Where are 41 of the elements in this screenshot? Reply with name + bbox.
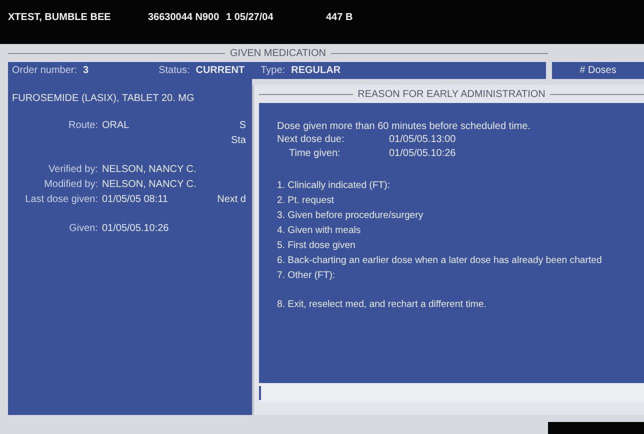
- status-value: CURRENT: [196, 65, 245, 76]
- info-label: Next dose due:: [277, 134, 346, 147]
- doses-header: # Doses: [552, 62, 644, 79]
- patient-id: 36630044 N900: [148, 12, 220, 23]
- section-title: GIVEN MEDICATION: [230, 48, 326, 58]
- drug-name: FUROSEMIDE (LASIX), TABLET 20. MG: [12, 93, 196, 104]
- type-value: REGULAR: [291, 65, 341, 76]
- reason-option[interactable]: 1. Clinically indicated (FT):: [277, 180, 640, 195]
- message-text: Dose given more than 60 minutes before scheduled time.: [277, 121, 532, 132]
- reason-option[interactable]: 8. Exit, reselect med, and rechart a different time.: [277, 299, 640, 314]
- patient-name: XTEST, BUMBLE BEE: [8, 12, 112, 23]
- field-label: Sta: [230, 135, 246, 146]
- field-label: Last dose given:: [25, 194, 98, 205]
- field-label: Next d: [217, 194, 246, 205]
- field-value: 01/05/05 08:11: [102, 194, 168, 205]
- info-value: 01/05/05.13:00: [389, 134, 456, 147]
- dialog-title: REASON FOR EARLY ADMINISTRATION: [358, 88, 546, 100]
- field-label: S: [239, 120, 246, 131]
- info-label: Time given:: [288, 148, 342, 161]
- reason-option[interactable]: 5. First dose given: [277, 240, 640, 255]
- field-label: Route:: [68, 120, 98, 131]
- field-label: Modified by:: [44, 179, 98, 190]
- reason-option[interactable]: 6. Back-charting an earlier dose when a later dose has already been charted: [277, 255, 640, 270]
- patient-date: 1 05/27/04: [226, 12, 274, 23]
- status-label: Status:: [158, 65, 190, 76]
- field-value: NELSON, NANCY C.: [102, 179, 196, 190]
- field-label: Verified by:: [48, 164, 98, 175]
- reason-option[interactable]: 4. Given with meals: [277, 225, 640, 240]
- field-value: ORAL: [102, 120, 130, 131]
- reason-option[interactable]: 7. Other (FT):: [277, 270, 640, 285]
- order-number-label: Order number:: [12, 65, 78, 76]
- input-field[interactable]: [259, 384, 644, 402]
- patient-code: 447 B: [326, 12, 353, 23]
- reason-option[interactable]: 3. Given before procedure/surgery: [277, 210, 640, 225]
- field-value: NELSON, NANCY C.: [102, 164, 196, 175]
- order-number: 3: [83, 65, 89, 76]
- field-value: 01/05/05.10:26: [102, 223, 169, 234]
- info-value: 01/05/05.10:26: [389, 148, 456, 161]
- reason-option[interactable]: 2. Pt. request: [277, 195, 640, 210]
- field-label: Given:: [69, 223, 98, 234]
- type-label: Type:: [260, 65, 286, 76]
